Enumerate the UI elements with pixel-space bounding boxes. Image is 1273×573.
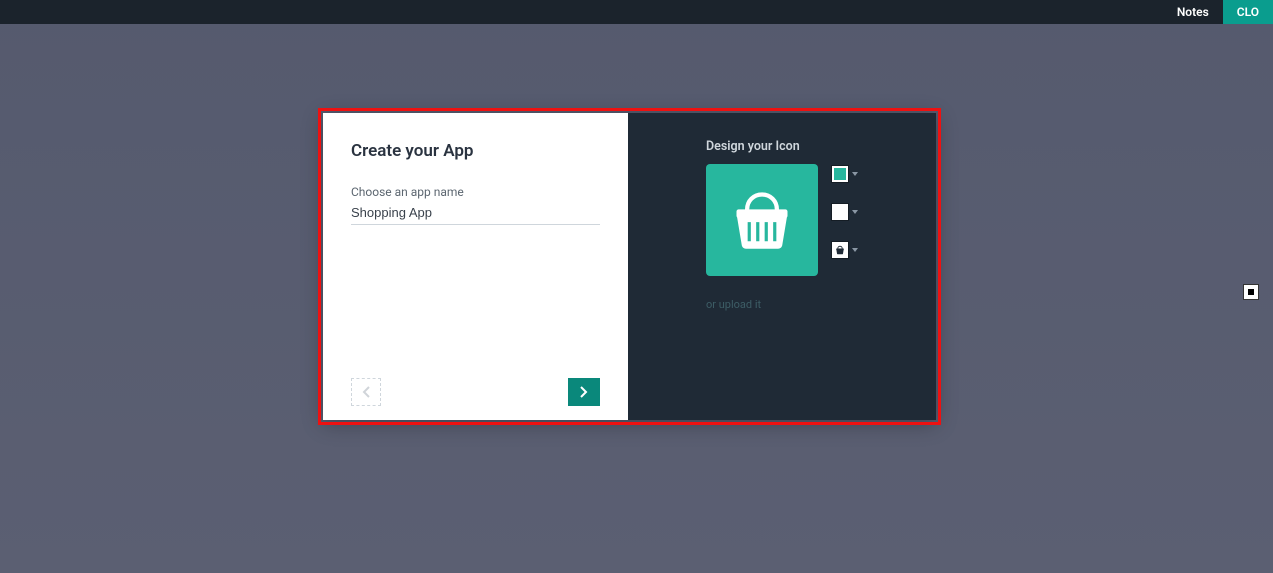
- icon-preview: [706, 164, 818, 276]
- design-icon-label: Design your Icon: [706, 139, 908, 154]
- icon-pickers: [832, 164, 858, 258]
- next-button[interactable]: [568, 378, 600, 406]
- side-indicator-button[interactable]: [1243, 284, 1259, 300]
- icon-shape-swatch: [832, 242, 848, 258]
- prev-button: [351, 378, 381, 406]
- basket-icon-small: [835, 245, 845, 255]
- foreground-color-picker[interactable]: [832, 204, 858, 220]
- chevron-left-icon: [362, 386, 370, 398]
- upload-icon-link[interactable]: or upload it: [706, 298, 908, 311]
- create-app-modal: Create your App Choose an app name Desig…: [323, 113, 936, 420]
- app-name-input[interactable]: [351, 203, 600, 225]
- fg-color-swatch: [832, 204, 848, 220]
- create-app-form-panel: Create your App Choose an app name: [323, 113, 628, 420]
- app-name-label: Choose an app name: [351, 185, 600, 199]
- close-tab[interactable]: CLO: [1223, 0, 1273, 24]
- design-icon-panel: Design your Icon: [628, 113, 936, 420]
- background-color-picker[interactable]: [832, 166, 858, 182]
- notes-tab[interactable]: Notes: [1163, 0, 1223, 24]
- modal-title: Create your App: [351, 141, 600, 161]
- chevron-down-icon: [852, 172, 858, 176]
- topbar: Notes CLO: [0, 0, 1273, 24]
- bg-color-swatch: [832, 166, 848, 182]
- chevron-right-icon: [580, 386, 588, 398]
- icon-shape-picker[interactable]: [832, 242, 858, 258]
- basket-icon: [728, 186, 796, 254]
- chevron-down-icon: [852, 248, 858, 252]
- chevron-down-icon: [852, 210, 858, 214]
- wizard-nav: [351, 378, 600, 406]
